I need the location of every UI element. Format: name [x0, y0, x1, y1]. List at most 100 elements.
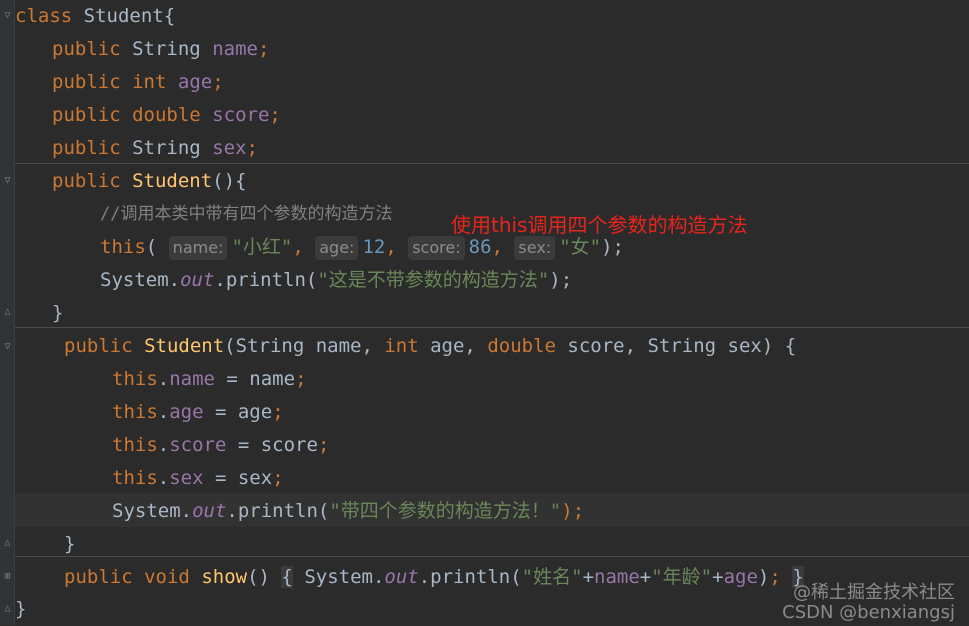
field: score: [169, 434, 227, 456]
identifier: System.: [100, 269, 181, 291]
string-literal: "带四个参数的构造方法！": [329, 500, 562, 522]
keyword: public: [52, 137, 121, 159]
code-line-16[interactable]: System.out.println("带四个参数的构造方法！");: [112, 495, 584, 528]
method-call: .println(: [214, 269, 318, 291]
code-line-5[interactable]: public String sex;: [52, 132, 258, 165]
string-literal: "这是不带参数的构造方法": [317, 269, 550, 291]
annotation-text: 使用this调用四个参数的构造方法: [451, 213, 748, 237]
number-literal: 12: [362, 236, 386, 258]
method-name: show: [201, 566, 248, 588]
method-call: .println(: [226, 500, 330, 522]
code-line-7[interactable]: //调用本类中带有四个参数的构造方法: [100, 198, 392, 231]
keyword: public: [52, 104, 121, 126]
fold-class-end-icon[interactable]: △: [2, 603, 13, 615]
param-hint: name:: [168, 235, 228, 260]
operator: +: [582, 566, 595, 588]
identifier: System.: [112, 500, 193, 522]
code-line-10[interactable]: }: [52, 297, 63, 330]
operator: +: [712, 566, 724, 588]
punctuation: ): [757, 566, 770, 588]
type: String: [132, 38, 201, 60]
fold-class-icon[interactable]: ▽: [2, 10, 13, 22]
code-line-14[interactable]: this.score = score;: [112, 429, 329, 462]
static-field: out: [192, 500, 227, 522]
constructor-name: Student: [132, 170, 213, 192]
field: age: [177, 71, 213, 93]
type: String: [647, 335, 717, 357]
code-line-12[interactable]: this.name = name;: [112, 363, 307, 396]
field: score: [212, 104, 270, 126]
field: age: [723, 566, 758, 588]
keyword: public: [52, 170, 121, 192]
param: score,: [555, 335, 648, 357]
field: name: [212, 38, 258, 60]
semicolon: ;: [317, 434, 330, 456]
code-line-19[interactable]: }: [15, 593, 26, 626]
watermark: @稀土掘金技术社区 CSDN @benxiangsj: [782, 583, 955, 623]
keyword: this: [112, 467, 158, 489]
number-literal: 86: [468, 236, 492, 258]
field: sex: [169, 467, 204, 489]
param: age,: [418, 335, 488, 357]
code-line-11[interactable]: public Student(String name, int age, dou…: [64, 330, 796, 363]
type: String: [132, 137, 201, 159]
string-literal: "年龄": [651, 566, 713, 588]
brace: }: [52, 302, 64, 324]
type: String: [235, 335, 305, 357]
code-line-1[interactable]: class Student{: [15, 0, 175, 33]
code-line-4[interactable]: public double score;: [52, 99, 281, 132]
fold-constructor2-icon[interactable]: ▽: [2, 341, 13, 353]
brace: }: [15, 598, 27, 620]
punctuation: );: [549, 269, 573, 291]
param-hint: age:: [315, 235, 359, 260]
code-line-6[interactable]: public Student(){: [52, 165, 247, 198]
punctuation: );: [601, 236, 624, 258]
keyword: class: [15, 5, 73, 27]
code-line-3[interactable]: public int age;: [52, 66, 224, 99]
punctuation: (: [145, 236, 158, 258]
semicolon: ;: [257, 38, 270, 60]
code-line-15[interactable]: this.sex = sex;: [112, 462, 284, 495]
code-line-17[interactable]: }: [64, 528, 75, 561]
watermark-line1: @稀土掘金技术社区: [793, 582, 955, 603]
string-literal: "女": [559, 236, 602, 258]
method-separator: [15, 556, 969, 557]
static-field: out: [384, 566, 419, 588]
type: double: [487, 335, 556, 357]
punctuation: (): [247, 566, 270, 588]
field: name: [594, 566, 640, 588]
fold-end2-icon[interactable]: △: [2, 537, 13, 549]
punctuation: );: [561, 500, 585, 522]
keyword: public: [52, 71, 121, 93]
param: sex) {: [716, 335, 797, 357]
watermark-line2: CSDN @benxiangsj: [782, 602, 955, 623]
keyword: this: [100, 236, 146, 258]
type: int: [384, 335, 419, 357]
fold-show-icon[interactable]: ⊞: [2, 571, 13, 583]
param: name,: [304, 335, 385, 357]
code-line-9[interactable]: System.out.println("这是不带参数的构造方法");: [100, 264, 572, 297]
gutter-divider: [14, 0, 15, 625]
comment: //调用本类中带有四个参数的构造方法: [100, 204, 393, 224]
code-line-2[interactable]: public String name;: [52, 33, 269, 66]
keyword: this: [112, 434, 158, 456]
static-field: out: [180, 269, 215, 291]
punctuation: (: [224, 335, 236, 357]
type: int: [132, 71, 167, 93]
code-line-18[interactable]: public void show() { System.out.println(…: [64, 561, 804, 594]
expression: = sex: [203, 467, 273, 489]
code-line-13[interactable]: this.age = age;: [112, 396, 284, 429]
expression: = age: [203, 401, 273, 423]
fold-end-icon[interactable]: △: [2, 306, 13, 318]
semicolon: ;: [212, 71, 224, 93]
keyword: public: [64, 566, 133, 588]
keyword: void: [144, 566, 190, 588]
semicolon: ;: [769, 566, 781, 588]
keyword: public: [52, 38, 121, 60]
fold-constructor-icon[interactable]: ▽: [2, 175, 13, 187]
field: sex: [212, 137, 247, 159]
brace: }: [64, 533, 76, 555]
param-hint: score:: [408, 235, 465, 260]
folded-brace[interactable]: {: [281, 566, 293, 588]
expression: = score: [226, 434, 318, 456]
